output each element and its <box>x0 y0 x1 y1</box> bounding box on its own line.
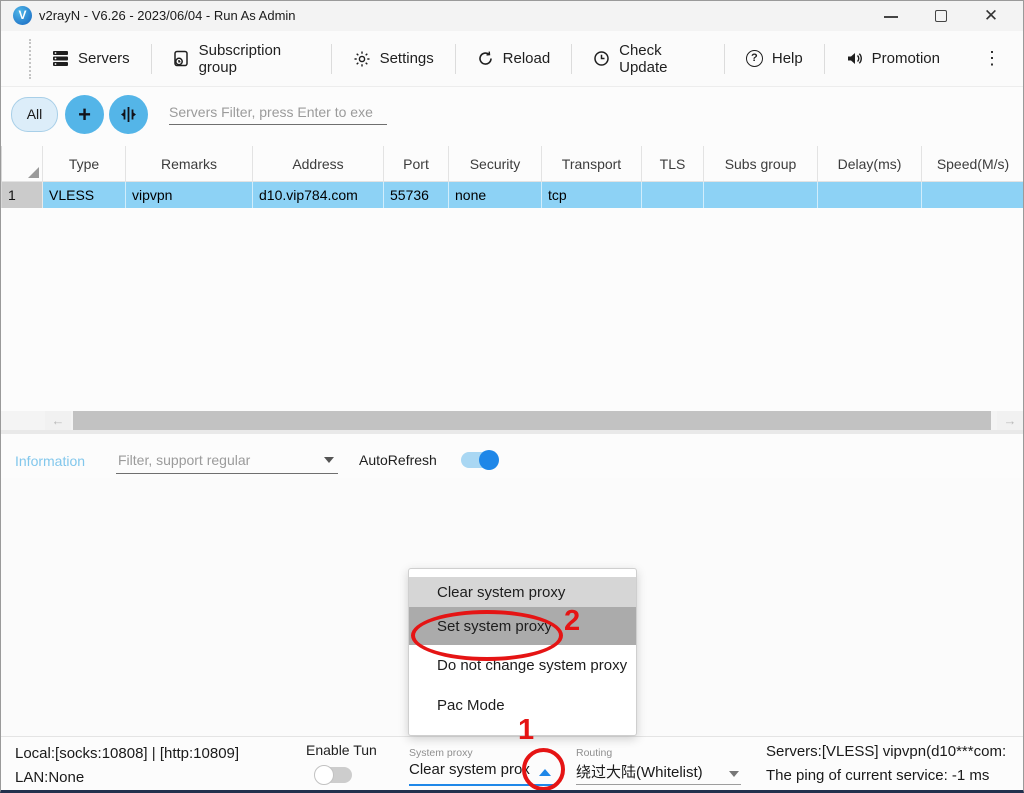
status-bar: Local:[socks:10808] | [http:10809] LAN:N… <box>1 736 1024 791</box>
more-menu-button[interactable]: ⋮ <box>961 48 1023 69</box>
promotion-label: Promotion <box>872 50 940 67</box>
app-logo-icon: V <box>13 6 32 25</box>
check-update-button[interactable]: Check Update <box>572 31 724 86</box>
reload-icon <box>477 50 494 67</box>
cell-transport[interactable]: tcp <box>542 182 642 208</box>
menu-item-clear-system-proxy[interactable]: Clear system proxy <box>409 577 636 607</box>
ping-status-text: The ping of current service: -1 ms <box>766 767 989 784</box>
column-header-type[interactable]: Type <box>43 146 126 182</box>
cell-delay[interactable] <box>818 182 922 208</box>
column-header-port[interactable]: Port <box>384 146 449 182</box>
servers-menu-button[interactable]: Servers <box>31 31 151 86</box>
toggle-knob <box>314 765 334 785</box>
information-label: Information <box>15 453 85 469</box>
column-header-address[interactable]: Address <box>253 146 384 182</box>
reload-button[interactable]: Reload <box>456 31 572 86</box>
add-server-button[interactable]: + <box>65 95 104 134</box>
column-header-remarks[interactable]: Remarks <box>126 146 253 182</box>
toggle-knob <box>479 450 499 470</box>
app-window: V v2rayN - V6.26 - 2023/06/04 - Run As A… <box>0 0 1024 793</box>
autorefresh-toggle[interactable] <box>461 452 497 468</box>
maximize-icon <box>935 10 947 22</box>
enable-tun-toggle[interactable] <box>316 767 352 783</box>
chevron-down-icon <box>324 457 334 463</box>
annotation-circle-step1 <box>522 748 565 791</box>
gear-icon <box>353 50 371 68</box>
scrollbar-thumb[interactable] <box>73 411 991 430</box>
window-title: v2rayN - V6.26 - 2023/06/04 - Run As Adm… <box>39 8 296 23</box>
current-server-text: Servers:[VLESS] vipvpn(d10***com: <box>766 743 1006 760</box>
column-header-speed[interactable]: Speed(M/s) <box>922 146 1024 182</box>
scroll-left-arrow-icon[interactable]: ← <box>45 411 71 430</box>
subs-group-all-button[interactable]: All <box>11 97 58 132</box>
server-table-header: Type Remarks Address Port Security Trans… <box>2 146 1024 182</box>
close-icon: ✕ <box>968 1 1014 31</box>
cell-security[interactable]: none <box>449 182 542 208</box>
lan-text: LAN:None <box>15 769 84 786</box>
server-filter-input[interactable] <box>169 99 387 125</box>
promotion-button[interactable]: Promotion <box>825 31 961 86</box>
annotation-number-1: 1 <box>518 714 534 747</box>
help-label: Help <box>772 50 803 67</box>
minimize-button[interactable] <box>868 1 914 31</box>
settings-label: Settings <box>380 50 434 67</box>
column-header-corner[interactable] <box>2 146 43 182</box>
cell-port[interactable]: 55736 <box>384 182 449 208</box>
minimize-icon <box>884 16 898 18</box>
servers-label: Servers <box>78 50 130 67</box>
local-ports-text: Local:[socks:10808] | [http:10809] <box>15 745 239 762</box>
settings-button[interactable]: Settings <box>332 31 455 86</box>
cell-speed[interactable] <box>922 182 1024 208</box>
subscription-group-button[interactable]: Subscription group <box>152 31 331 86</box>
subscription-group-label: Subscription group <box>199 42 310 76</box>
annotation-ellipse-step2 <box>411 610 563 661</box>
routing-label: Routing <box>576 747 741 759</box>
cell-remarks[interactable]: vipvpn <box>126 182 253 208</box>
autofit-columns-button[interactable] <box>109 95 148 134</box>
column-header-tls[interactable]: TLS <box>642 146 704 182</box>
help-icon: ? <box>746 50 763 67</box>
chevron-down-icon <box>729 771 739 777</box>
check-update-label: Check Update <box>619 42 703 76</box>
maximize-button[interactable] <box>918 1 964 31</box>
main-toolbar: Servers Subscription group Settings Relo… <box>1 31 1023 87</box>
table-row-selected[interactable]: 1 VLESS vipvpn d10.vip784.com 55736 none… <box>2 182 1024 208</box>
scroll-right-arrow-icon[interactable]: → <box>997 411 1023 430</box>
close-button[interactable]: ✕ <box>968 1 1014 31</box>
column-header-transport[interactable]: Transport <box>542 146 642 182</box>
log-filter-placeholder: Filter, support regular <box>118 452 250 468</box>
annotation-number-2: 2 <box>564 605 580 638</box>
cell-tls[interactable] <box>642 182 704 208</box>
routing-combobox[interactable]: Routing 绕过大陆(Whitelist) <box>576 747 741 782</box>
cell-type[interactable]: VLESS <box>43 182 126 208</box>
row-index-cell[interactable]: 1 <box>2 182 43 208</box>
server-table: Type Remarks Address Port Security Trans… <box>1 146 1024 208</box>
select-all-triangle-icon <box>28 167 39 178</box>
cell-address[interactable]: d10.vip784.com <box>253 182 384 208</box>
column-header-security[interactable]: Security <box>449 146 542 182</box>
column-header-subs-group[interactable]: Subs group <box>704 146 818 182</box>
column-header-delay[interactable]: Delay(ms) <box>818 146 922 182</box>
routing-underline <box>576 784 741 785</box>
cell-subs-group[interactable] <box>704 182 818 208</box>
autofit-columns-icon <box>119 105 138 124</box>
log-filter-dropdown[interactable]: Filter, support regular <box>116 448 338 474</box>
servers-icon <box>52 50 69 67</box>
subscription-group-icon <box>173 50 190 67</box>
table-horizontal-scrollbar[interactable]: ← → <box>1 411 1024 430</box>
server-filter-bar: All + <box>1 91 1023 141</box>
information-bar: Information Filter, support regular Auto… <box>1 444 1024 478</box>
reload-label: Reload <box>503 50 551 67</box>
check-update-icon <box>593 50 610 67</box>
autorefresh-label: AutoRefresh <box>359 452 437 468</box>
table-bottom-edge <box>1 430 1024 434</box>
help-button[interactable]: ? Help <box>725 31 824 86</box>
title-bar: V v2rayN - V6.26 - 2023/06/04 - Run As A… <box>1 1 1023 31</box>
enable-tun-label: Enable Tun <box>306 742 377 758</box>
promotion-speaker-icon <box>846 50 863 67</box>
system-proxy-value: Clear system prox <box>409 761 533 778</box>
routing-value: 绕过大陆(Whitelist) <box>576 761 741 782</box>
